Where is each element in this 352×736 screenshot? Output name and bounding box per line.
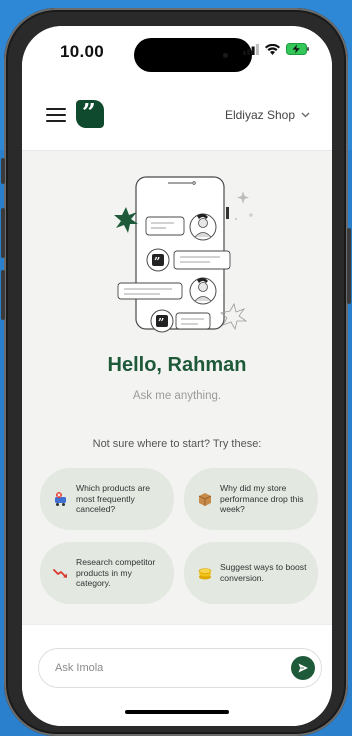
- status-time: 10.00: [60, 42, 105, 61]
- phone-screen: 10.00 ” Eldiyaz Shop ” ” Hello, Rahman A…: [22, 26, 332, 726]
- suggestion-card[interactable]: Why did my store performance drop this w…: [184, 468, 318, 530]
- status-bar: 10.00: [22, 26, 332, 78]
- camera-dot: [223, 53, 228, 58]
- status-icons: [243, 43, 310, 55]
- hamburger-menu-icon[interactable]: [46, 108, 66, 122]
- side-button-silent: [1, 158, 5, 184]
- wifi-icon: [265, 43, 280, 55]
- suggestion-card[interactable]: Suggest ways to boost conversion.: [184, 542, 318, 604]
- chat-input[interactable]: Ask Imola: [38, 648, 322, 688]
- svg-text:”: ”: [154, 255, 160, 268]
- greeting-subtitle: Ask me anything.: [132, 390, 222, 402]
- app-header: ” Eldiyaz Shop: [22, 78, 332, 151]
- signal-icon: [243, 43, 259, 55]
- suggestion-card[interactable]: Research competitor products in my categ…: [40, 542, 174, 604]
- side-button-power: [347, 228, 351, 304]
- svg-text:”: ”: [158, 316, 164, 329]
- suggestion-text: Which products are most frequently cance…: [76, 482, 151, 515]
- suggestion-text: Suggest ways to boost conversion.: [220, 562, 307, 583]
- chat-input-placeholder: Ask Imola: [55, 662, 104, 674]
- suggestion-text: Research competitor products in my categ…: [76, 556, 156, 589]
- battery-charging-icon: [286, 43, 309, 55]
- shop-name: Eldiyaz Shop: [224, 108, 295, 122]
- home-indicator[interactable]: [125, 710, 229, 714]
- shop-selector[interactable]: Eldiyaz Shop: [225, 108, 310, 122]
- chevron-down-icon: [301, 112, 310, 118]
- send-button[interactable]: [291, 656, 315, 680]
- greeting-title: Hello, Rahman: [107, 354, 247, 376]
- chat-phone-illustration: ” ”: [114, 176, 253, 333]
- suggestion-text: Why did my store performance drop this w…: [220, 482, 304, 515]
- suggestion-card[interactable]: Which products are most frequently cance…: [40, 468, 174, 530]
- trend-down-icon: [52, 564, 70, 582]
- app-logo[interactable]: ”: [76, 100, 104, 128]
- coins-icon: [196, 564, 214, 582]
- side-button-volume-up: [1, 208, 5, 258]
- phone-frame: 10.00 ” Eldiyaz Shop ” ” Hello, Rahman A…: [1, 8, 351, 736]
- send-icon: [298, 663, 308, 673]
- box-icon: [196, 490, 214, 508]
- suggestions-intro: Not sure where to start? Try these:: [92, 438, 262, 450]
- side-button-volume-down: [1, 270, 5, 320]
- cart-cancel-icon: [52, 490, 70, 508]
- dynamic-island: [134, 38, 252, 72]
